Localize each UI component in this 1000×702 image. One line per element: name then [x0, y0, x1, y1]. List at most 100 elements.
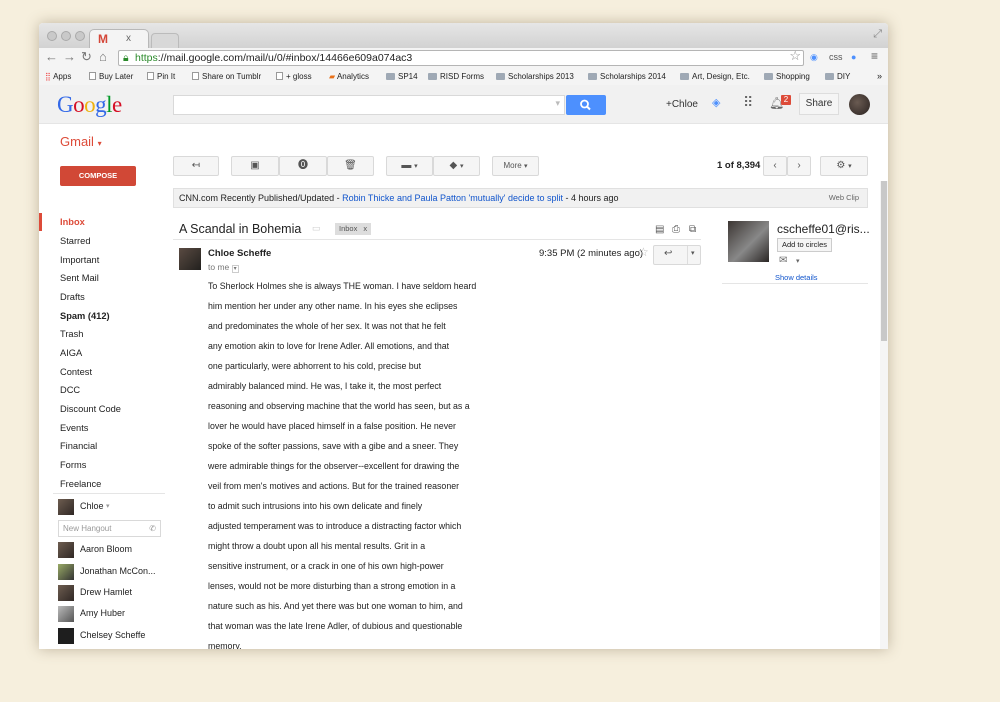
sidebar-item-forms[interactable]: Forms — [39, 456, 165, 474]
browser-tab-gmail[interactable]: M x — [89, 29, 149, 48]
remove-label-icon[interactable]: x — [363, 224, 367, 233]
tab-close-icon[interactable]: x — [126, 33, 131, 44]
new-hangout-input[interactable]: New Hangout ✆ — [58, 520, 161, 537]
minimize-window-button[interactable] — [61, 31, 71, 41]
fullscreen-icon[interactable]: ⤢ — [873, 28, 882, 41]
google-logo[interactable]: Google — [57, 92, 122, 118]
sidebar-item-discount-code[interactable]: Discount Code — [39, 400, 165, 418]
newer-button[interactable]: ‹ — [763, 156, 787, 176]
sidebar-item-sent-mail[interactable]: Sent Mail — [39, 269, 165, 287]
hangouts-profile[interactable]: Chloe ▾ — [58, 499, 165, 515]
home-icon[interactable]: ⌂ — [99, 49, 107, 64]
bookmark-shopping[interactable]: Shopping — [764, 72, 810, 81]
status-icon[interactable]: ◈ — [712, 96, 720, 109]
sidebar-item-trash[interactable]: Trash — [39, 325, 165, 343]
web-clip-link[interactable]: Robin Thicke and Paula Patton 'mutually'… — [342, 193, 563, 203]
hangout-contact[interactable]: Aaron Bloom — [58, 542, 165, 558]
sidebar-item-spam[interactable]: Spam (412) — [39, 307, 165, 325]
new-window-icon[interactable]: ⧉ — [689, 224, 696, 235]
css-extension[interactable]: css — [829, 52, 843, 62]
sidebar-item-financial[interactable]: Financial — [39, 437, 165, 455]
recipient-line[interactable]: to me ▾ — [208, 262, 239, 273]
star-icon[interactable]: ☆ — [638, 245, 649, 259]
back-icon[interactable]: ← — [45, 49, 58, 64]
hangout-contact[interactable]: Drew Hamlet — [58, 585, 165, 601]
sidebar-item-inbox[interactable]: Inbox — [39, 213, 165, 231]
important-marker-icon[interactable]: ▭ — [312, 223, 321, 234]
sidebar-item-freelance[interactable]: Freelance — [39, 475, 165, 493]
search-options-icon[interactable]: ▾ — [555, 98, 560, 109]
bookmark-share-tumblr[interactable]: Share on Tumblr — [192, 72, 261, 81]
bookmark-apps[interactable]: ⣿ Apps — [45, 72, 71, 81]
bookmark-sp14[interactable]: SP14 — [386, 72, 418, 81]
email-envelope-icon[interactable]: ✉ — [779, 255, 787, 266]
zoom-window-button[interactable] — [75, 31, 85, 41]
google-plus-profile-link[interactable]: +Chloe — [666, 99, 698, 110]
sender-avatar[interactable] — [179, 248, 201, 270]
sidebar-item-starred[interactable]: Starred — [39, 232, 165, 250]
show-details-link[interactable]: Show details — [775, 273, 818, 282]
bookmark-diy[interactable]: DIY — [825, 72, 850, 81]
hangout-contact[interactable]: Chelsey Scheffe — [58, 628, 165, 644]
extension-icon[interactable]: ◉ — [810, 52, 818, 63]
share-button[interactable]: Share — [799, 93, 839, 115]
search-button[interactable] — [566, 95, 606, 115]
bookmark-risd-forms[interactable]: RISD Forms — [428, 72, 484, 81]
forward-icon[interactable]: → — [63, 49, 76, 64]
older-button[interactable]: › — [787, 156, 811, 176]
apps-grid-icon[interactable]: ⠿ — [743, 94, 753, 111]
bookmark-scholarships-2014[interactable]: Scholarships 2014 — [588, 72, 666, 81]
sidebar-item-important[interactable]: Important — [39, 251, 165, 269]
delete-button[interactable]: 🗑︎ — [327, 156, 374, 176]
settings-button[interactable]: ⚙ ▾ — [820, 156, 868, 176]
sidebar-item-drafts[interactable]: Drafts — [39, 288, 165, 306]
hangout-contact[interactable]: Amy Huber — [58, 606, 165, 622]
reload-icon[interactable]: ↻ — [81, 49, 92, 65]
bookmarks-overflow[interactable]: » — [877, 71, 882, 81]
show-details-icon[interactable]: ▾ — [231, 265, 239, 273]
contact-email[interactable]: cscheffe01@ris... — [777, 222, 870, 236]
chevron-down-icon[interactable]: ▾ — [796, 257, 800, 265]
chevron-down-icon[interactable]: ▾ — [691, 249, 695, 257]
move-to-button[interactable]: ▬ ▾ — [386, 156, 433, 176]
back-to-inbox-button[interactable]: ↤ — [173, 156, 219, 176]
print-all-icon[interactable]: ▤ — [655, 224, 664, 235]
labels-button[interactable]: ◆ ▾ — [433, 156, 480, 176]
new-tab-button[interactable] — [151, 33, 179, 48]
address-bar[interactable]: 🔒︎ https://mail.google.com/mail/u/0/#inb… — [118, 49, 804, 66]
sender-name[interactable]: Chloe Scheffe — [208, 248, 271, 259]
compose-button[interactable]: COMPOSE — [60, 166, 136, 186]
close-window-button[interactable] — [47, 31, 57, 41]
bookmark-gloss[interactable]: + gloss — [276, 72, 312, 81]
menu-icon[interactable]: ≡ — [871, 49, 878, 63]
bookmark-star-icon[interactable]: ☆ — [789, 49, 801, 63]
body-line: lenses, would not be more disturbing tha… — [208, 581, 456, 591]
bookmark-buy-later[interactable]: Buy Later — [89, 72, 133, 81]
print-icon[interactable]: ⎙ — [672, 224, 680, 235]
account-avatar[interactable] — [849, 94, 870, 115]
phone-icon[interactable]: ✆ — [149, 521, 156, 536]
scrollbar-thumb[interactable] — [881, 181, 887, 341]
bookmark-pin-it[interactable]: Pin It — [147, 72, 175, 81]
bookmark-scholarships-2013[interactable]: Scholarships 2013 — [496, 72, 574, 81]
search-input[interactable]: ▾ — [173, 95, 565, 115]
bookmark-analytics[interactable]: ▰ Analytics — [329, 72, 369, 81]
web-clip-label[interactable]: Web Clip — [829, 189, 859, 207]
sidebar-item-aiga[interactable]: AIGA — [39, 344, 165, 362]
sidebar-item-dcc[interactable]: DCC — [39, 381, 165, 399]
inbox-label-chip[interactable]: Inbox x — [335, 223, 372, 235]
title-bar: M x ⤢ — [39, 23, 888, 48]
more-button[interactable]: More ▾ — [492, 156, 539, 176]
reply-button[interactable]: ↩ ▾ — [653, 245, 701, 265]
bookmark-art-design[interactable]: Art, Design, Etc. — [680, 72, 750, 81]
gmail-menu[interactable]: Gmail ▾ — [60, 134, 102, 149]
hangout-contact[interactable]: Jonathan McCon... — [58, 564, 165, 580]
sidebar-item-events[interactable]: Events — [39, 419, 165, 437]
add-to-circles-button[interactable]: Add to circles — [777, 238, 833, 252]
gmail-page: Google ▾ +Chloe ◈ ⠿ 🔔︎ 2 Share Gmail ▾ C… — [39, 85, 888, 649]
sidebar-item-contest[interactable]: Contest — [39, 363, 165, 381]
report-spam-button[interactable]: ⓿ — [279, 156, 327, 176]
extension-icon[interactable]: ● — [851, 52, 856, 62]
archive-button[interactable]: ▣ — [231, 156, 279, 176]
contact-photo[interactable] — [728, 221, 769, 262]
